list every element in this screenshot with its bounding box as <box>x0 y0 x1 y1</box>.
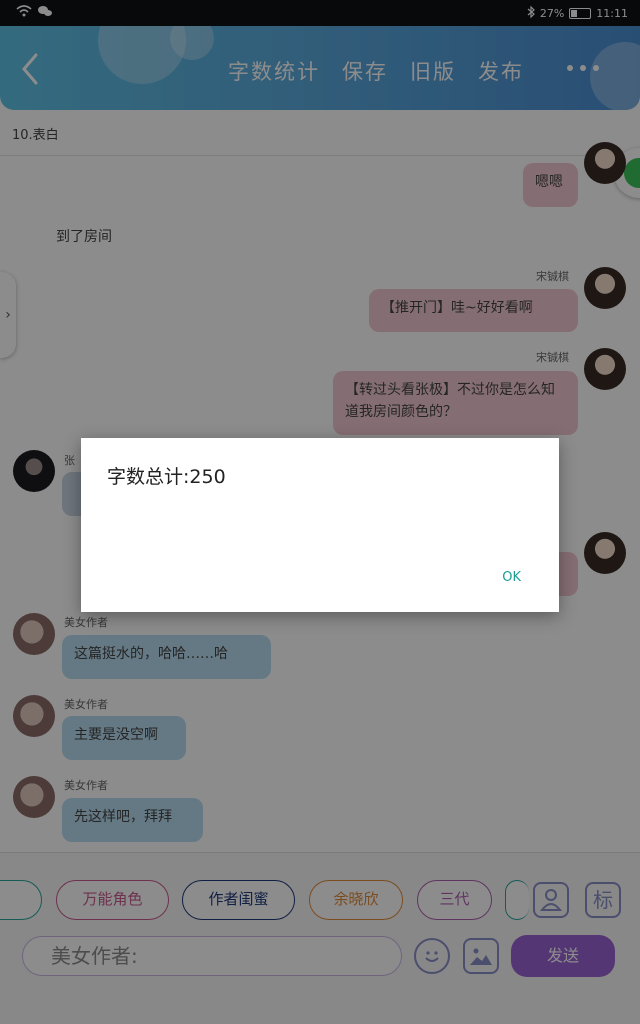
dialog-message: 字数总计:250 <box>107 466 226 488</box>
word-count-dialog: 字数总计:250 OK <box>81 438 559 612</box>
ok-button[interactable]: OK <box>502 570 521 585</box>
